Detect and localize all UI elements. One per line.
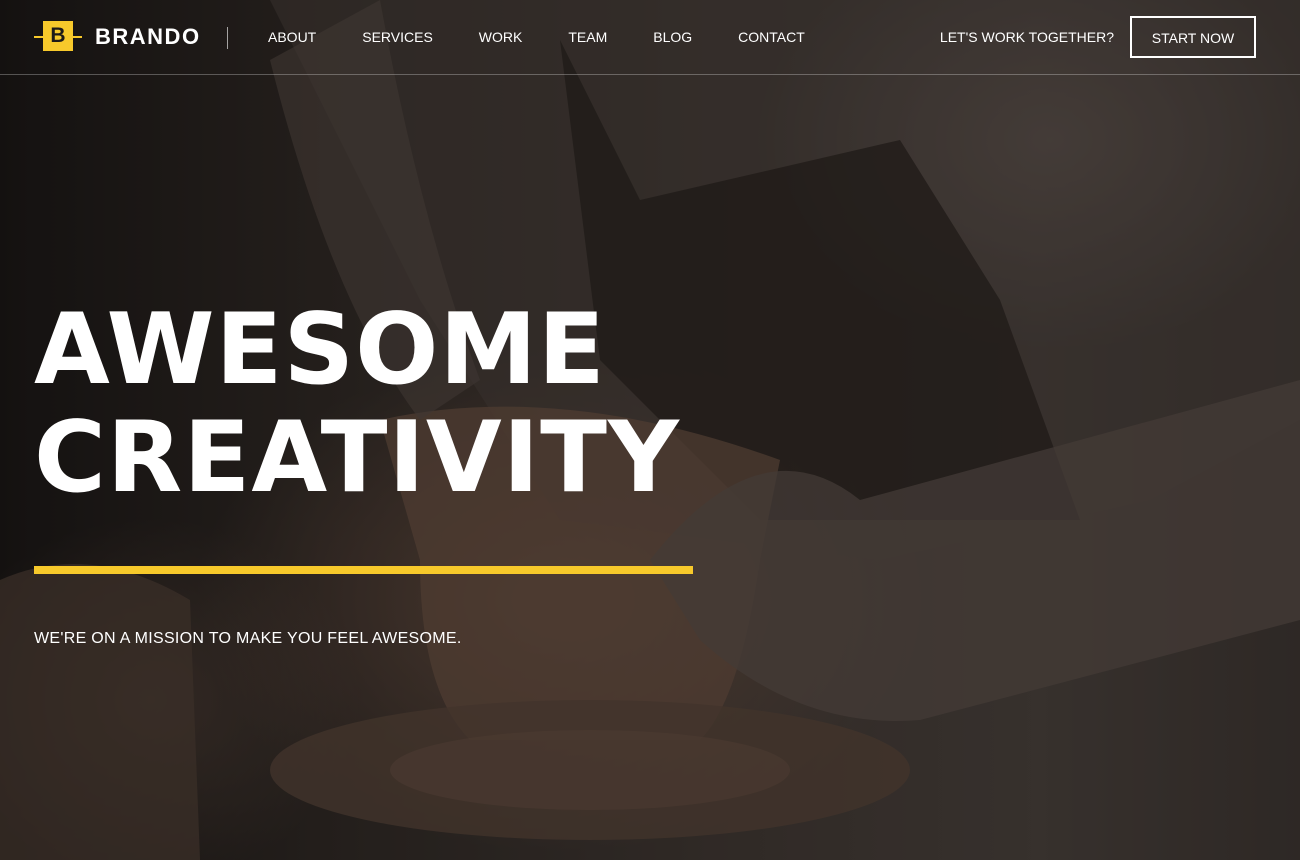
nav-item-blog[interactable]: BLOG [653, 27, 692, 47]
nav-item-contact[interactable]: CONTACT [738, 27, 805, 47]
logo-divider [227, 27, 228, 49]
main-nav: ABOUT SERVICES WORK TEAM BLOG CONTACT [268, 27, 851, 47]
brand-logo[interactable]: B BRANDO [34, 18, 201, 56]
logo-mark-icon: B [34, 18, 82, 56]
nav-item-team[interactable]: TEAM [568, 27, 607, 47]
start-now-button[interactable]: START NOW [1130, 16, 1256, 58]
logo-letter: B [43, 21, 73, 51]
hero-title: AWESOME CREATIVITY [34, 296, 680, 512]
hero-title-line-1: AWESOME [34, 293, 606, 407]
site-header: B BRANDO ABOUT SERVICES WORK TEAM BLOG C… [0, 0, 1300, 75]
hero-tagline: WE'RE ON A MISSION TO MAKE YOU FEEL AWES… [34, 630, 462, 647]
page: B BRANDO ABOUT SERVICES WORK TEAM BLOG C… [0, 0, 1300, 860]
nav-item-about[interactable]: ABOUT [268, 27, 316, 47]
accent-bar [34, 566, 693, 574]
brand-name: BRANDO [95, 24, 201, 49]
nav-item-work[interactable]: WORK [479, 27, 523, 47]
hero-title-line-2: CREATIVITY [34, 401, 680, 515]
nav-item-services[interactable]: SERVICES [362, 27, 433, 47]
work-together-link[interactable]: LET'S WORK TOGETHER? [940, 27, 1114, 47]
